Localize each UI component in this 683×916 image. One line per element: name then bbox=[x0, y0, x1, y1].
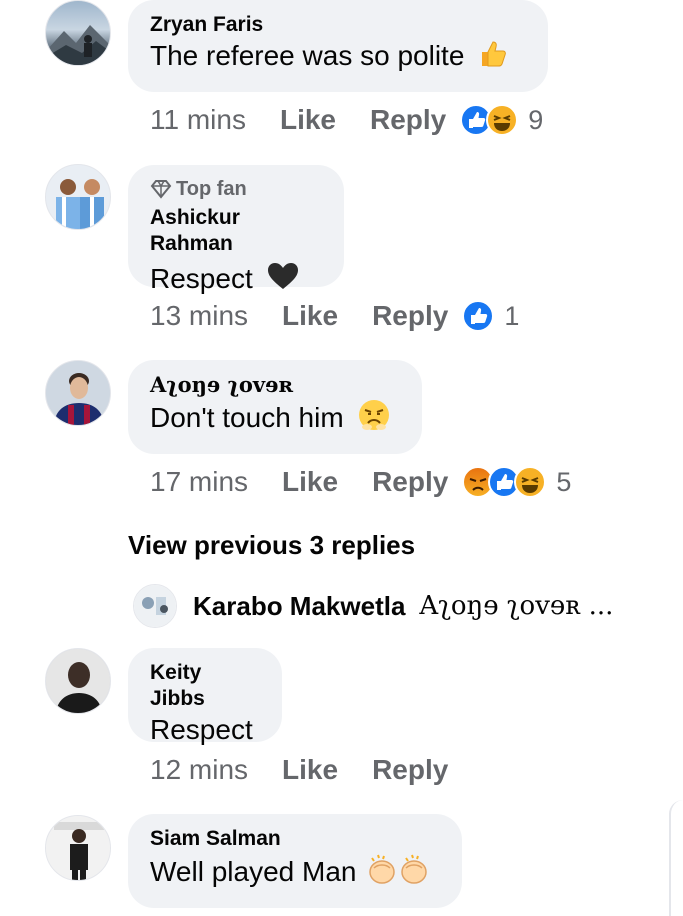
avatar[interactable] bbox=[133, 584, 177, 628]
scroll-edge bbox=[669, 800, 683, 916]
reaction-count[interactable]: 9 bbox=[528, 105, 543, 136]
reaction-summary[interactable] bbox=[460, 104, 519, 136]
reply-button[interactable]: Reply bbox=[372, 754, 448, 786]
top-fan-label: Top fan bbox=[176, 178, 247, 200]
two-players-photo-icon bbox=[46, 165, 110, 229]
reply-preview[interactable]: Karabo Makwetla Aʅoŋɘ ʅovɘʀ ... bbox=[133, 584, 613, 628]
person-in-suit-photo-icon bbox=[46, 816, 110, 880]
reaction-count[interactable]: 5 bbox=[556, 467, 571, 498]
top-fan-badge: Top fan bbox=[150, 177, 322, 201]
comment-time[interactable]: 13 mins bbox=[150, 300, 248, 332]
comment-author[interactable]: Ashickur Rahman bbox=[150, 205, 322, 257]
avatar[interactable] bbox=[45, 648, 111, 714]
comment-author[interactable]: Siam Salman bbox=[150, 826, 440, 852]
reply-button[interactable]: Reply bbox=[372, 300, 448, 332]
comment-bubble: Zryan Faris The referee was so polite bbox=[128, 0, 548, 92]
comment-author[interactable]: Keity Jibbs bbox=[150, 660, 260, 712]
comment-meta: 17 mins Like Reply 5 bbox=[150, 466, 571, 498]
diamond-icon bbox=[150, 180, 172, 199]
reply-button[interactable]: Reply bbox=[372, 466, 448, 498]
reply-author[interactable]: Karabo Makwetla bbox=[193, 591, 405, 622]
reply-snippet: Aʅoŋɘ ʅovɘʀ ... bbox=[419, 591, 614, 621]
reply-avatar-photo-icon bbox=[134, 585, 176, 627]
comment-bubble: Top fan Ashickur Rahman Respect bbox=[128, 165, 344, 294]
like-button[interactable]: Like bbox=[282, 754, 338, 786]
comment-bubble: Aʅoŋɘ ʅovɘʀ Don't touch him bbox=[128, 360, 422, 454]
haha-reaction-icon bbox=[514, 466, 547, 498]
comment-author[interactable]: Aʅoŋɘ ʅovɘʀ bbox=[150, 372, 400, 398]
comment-meta: 12 mins Like Reply bbox=[150, 754, 462, 786]
frowning-face-emoji bbox=[357, 398, 391, 441]
avatar[interactable] bbox=[45, 164, 111, 230]
comment-bubble: Keity Jibbs Respect bbox=[128, 648, 282, 745]
avatar[interactable] bbox=[45, 0, 111, 66]
haha-reaction-icon bbox=[486, 104, 519, 136]
comment-bubble: Siam Salman Well played Man bbox=[128, 814, 462, 908]
reaction-summary[interactable] bbox=[462, 466, 547, 498]
reaction-count[interactable]: 1 bbox=[504, 301, 519, 332]
like-button[interactable]: Like bbox=[280, 104, 336, 136]
comment-meta: 13 mins Like Reply 1 bbox=[150, 300, 519, 332]
like-button[interactable]: Like bbox=[282, 300, 338, 332]
comment-text: Don't touch him bbox=[150, 401, 344, 433]
comment-time[interactable]: 17 mins bbox=[150, 466, 248, 498]
avatar[interactable] bbox=[45, 360, 111, 426]
reaction-summary[interactable] bbox=[462, 300, 495, 332]
view-previous-replies-link[interactable]: View previous 3 replies bbox=[128, 530, 415, 561]
comment-text: Respect bbox=[150, 263, 253, 294]
like-reaction-icon bbox=[462, 300, 495, 332]
avatar[interactable] bbox=[45, 815, 111, 881]
comment-text: Well played Man bbox=[150, 855, 357, 887]
black-heart-emoji bbox=[267, 262, 299, 299]
person-photo-icon bbox=[46, 649, 110, 713]
comment-time[interactable]: 12 mins bbox=[150, 754, 248, 786]
clapping-hands-emoji bbox=[366, 852, 432, 895]
comment-meta: 11 mins Like Reply 9 bbox=[150, 104, 543, 136]
player-photo-icon bbox=[46, 361, 110, 425]
comment-time[interactable]: 11 mins bbox=[150, 104, 246, 136]
mountain-photo-icon bbox=[46, 25, 110, 65]
reply-button[interactable]: Reply bbox=[370, 104, 446, 136]
comment-text: The referee was so polite bbox=[150, 40, 465, 71]
like-button[interactable]: Like bbox=[282, 466, 338, 498]
comment-text: Respect bbox=[150, 714, 253, 745]
thumbs-up-emoji bbox=[478, 38, 508, 77]
comment-author[interactable]: Zryan Faris bbox=[150, 12, 526, 38]
